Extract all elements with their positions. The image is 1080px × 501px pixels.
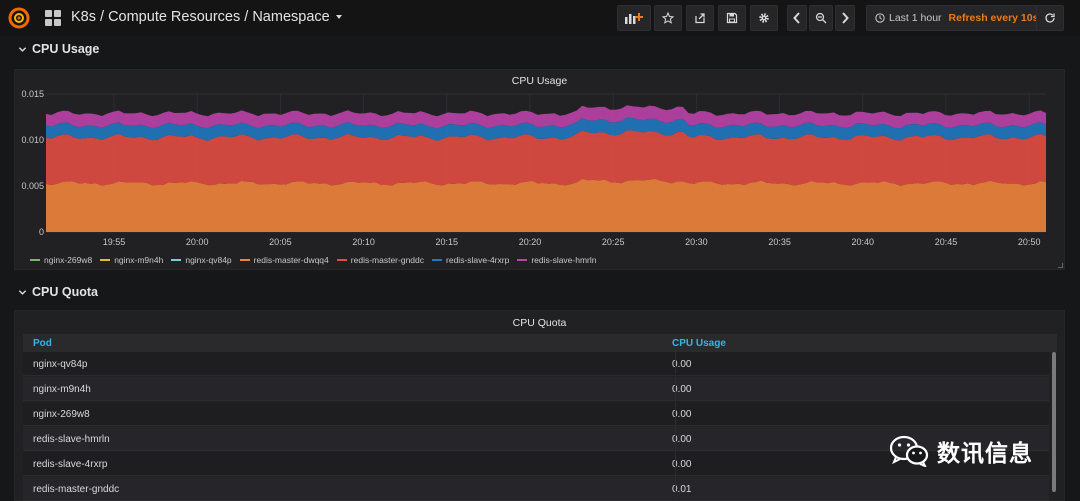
legend-label: nginx-269w8 xyxy=(44,255,93,265)
legend-label: redis-master-gnddc xyxy=(350,255,425,265)
legend-swatch xyxy=(336,259,347,261)
x-tick: 19:55 xyxy=(102,237,126,247)
table-row[interactable]: nginx-269w8 0.00 xyxy=(23,402,1049,426)
wechat-logo-icon xyxy=(889,435,929,467)
panel-title[interactable]: CPU Quota xyxy=(15,317,1064,329)
column-header-pod[interactable]: Pod xyxy=(33,338,52,349)
x-tick: 20:25 xyxy=(601,237,625,247)
legend-swatch xyxy=(517,259,528,261)
legend-label: redis-slave-hmrln xyxy=(531,255,597,265)
series-area-redis-master-dwqq4[interactable] xyxy=(46,178,1046,232)
x-tick: 20:30 xyxy=(685,237,708,247)
cell-pod: redis-slave-hmrln xyxy=(33,434,110,445)
legend-swatch xyxy=(432,259,443,261)
legend-swatch xyxy=(100,259,111,261)
watermark: 数讯信息 xyxy=(889,434,1033,468)
row-title-cpu-quota: CPU Quota xyxy=(32,285,98,299)
row-header-cpu-quota[interactable]: CPU Quota xyxy=(18,285,98,299)
x-tick: 20:15 xyxy=(435,237,459,247)
legend-item-nginx-m9n4h[interactable]: nginx-m9n4h xyxy=(100,255,163,265)
cell-pod: nginx-m9n4h xyxy=(33,384,91,395)
table-row[interactable]: nginx-qv84p 0.00 xyxy=(23,352,1049,376)
legend-label: redis-master-dwqq4 xyxy=(253,255,329,265)
cell-pod: nginx-qv84p xyxy=(33,359,88,370)
x-tick: 20:05 xyxy=(269,237,292,247)
legend-swatch xyxy=(171,259,182,261)
legend-swatch xyxy=(30,259,40,261)
cell-pod: redis-master-gnddc xyxy=(33,484,120,495)
legend-label: nginx-qv84p xyxy=(185,255,232,265)
legend-item-redis-slave-4rxrp[interactable]: redis-slave-4rxrp xyxy=(432,255,509,265)
table-row[interactable]: redis-master-gnddc 0.01 xyxy=(23,477,1049,501)
table-header: Pod CPU Usage xyxy=(23,334,1057,352)
cell-pod: redis-slave-4rxrp xyxy=(33,459,108,470)
legend-item-redis-master-dwqq4[interactable]: redis-master-dwqq4 xyxy=(239,255,329,265)
legend-item-nginx-qv84p[interactable]: nginx-qv84p xyxy=(171,255,232,265)
x-tick: 20:10 xyxy=(352,237,375,247)
cpu-quota-panel: CPU Quota Pod CPU Usage nginx-qv84p 0.00 n… xyxy=(14,310,1065,501)
legend-item-redis-master-gnddc[interactable]: redis-master-gnddc xyxy=(336,255,425,265)
x-tick: 20:40 xyxy=(851,237,875,247)
chevron-down-icon xyxy=(18,289,27,295)
x-tick: 20:35 xyxy=(768,237,791,247)
series-area-redis-slave-hmrln[interactable] xyxy=(46,105,1046,129)
x-tick: 20:20 xyxy=(518,237,542,247)
x-tick: 20:50 xyxy=(1017,237,1041,247)
table-row[interactable]: nginx-m9n4h 0.00 xyxy=(23,377,1049,401)
legend-swatch xyxy=(239,259,250,261)
table-scrollbar[interactable] xyxy=(1052,352,1056,492)
watermark-text: 数讯信息 xyxy=(937,440,1033,466)
column-divider xyxy=(675,352,676,501)
legend-label: redis-slave-4rxrp xyxy=(446,255,510,265)
chart-legend: nginx-269w8 nginx-m9n4h nginx-qv84p redis-m… xyxy=(30,255,605,265)
panel-resize-handle[interactable] xyxy=(1058,263,1063,268)
cell-pod: nginx-269w8 xyxy=(33,409,90,420)
x-tick: 20:45 xyxy=(934,237,958,247)
legend-item-nginx-269w8[interactable]: nginx-269w8 xyxy=(30,255,92,265)
column-header-cpu-usage[interactable]: CPU Usage xyxy=(672,338,726,349)
legend-item-redis-slave-hmrln[interactable]: redis-slave-hmrln xyxy=(517,255,597,265)
legend-label: nginx-m9n4h xyxy=(114,255,164,265)
x-tick: 20:00 xyxy=(185,237,209,247)
